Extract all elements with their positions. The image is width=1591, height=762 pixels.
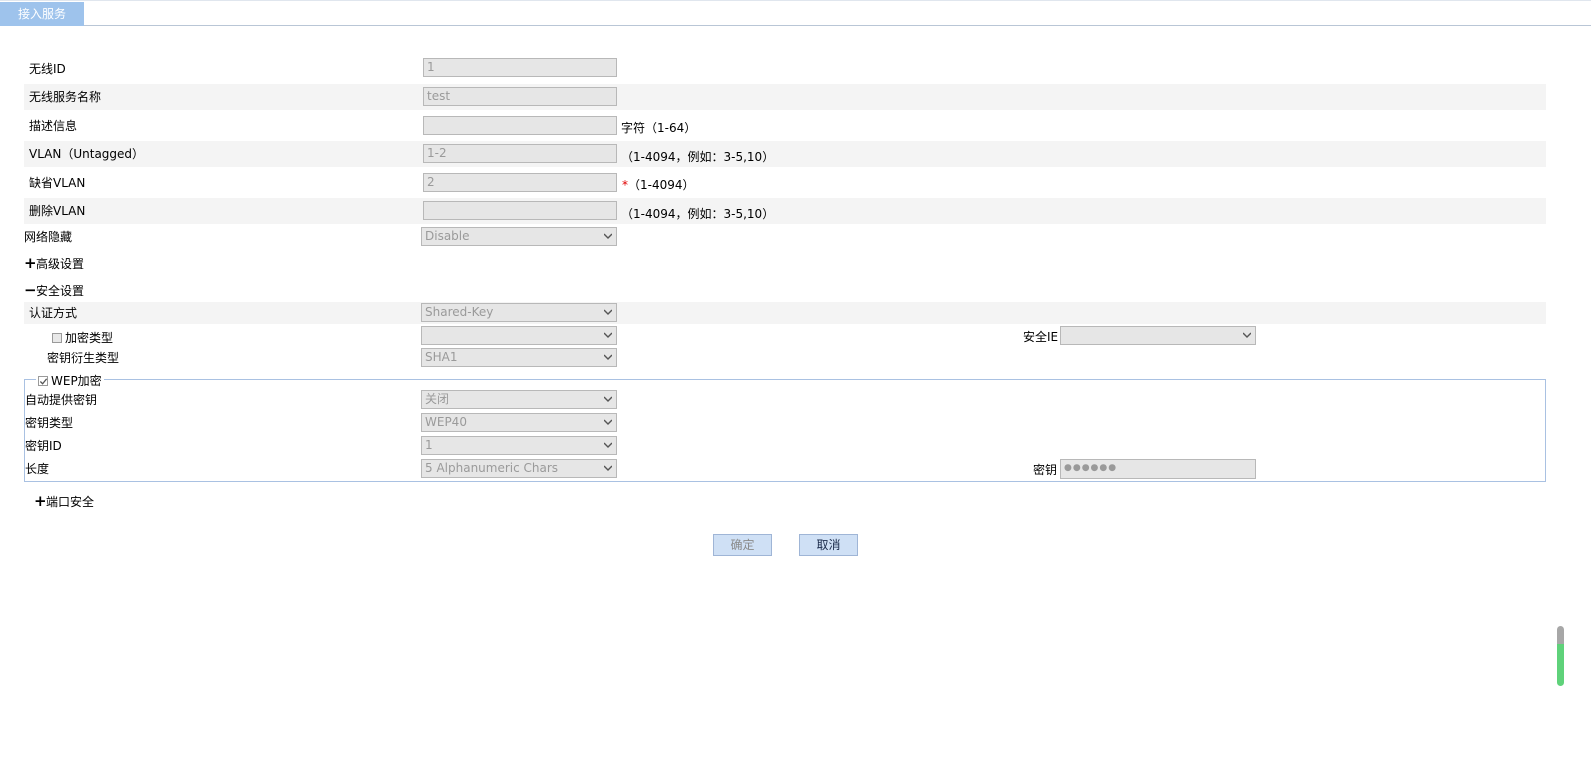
length-select[interactable]: 5 Alphanumeric Chars [421, 459, 617, 478]
key-type-label: 密钥类型 [25, 416, 74, 430]
plus-icon: + [34, 492, 47, 510]
network-hide-value: Disable [425, 229, 470, 243]
wep-legend-label: WEP加密 [51, 374, 102, 388]
auth-method-select[interactable]: Shared-Key [421, 303, 617, 322]
description-input[interactable] [423, 116, 617, 135]
security-ie-select[interactable] [1060, 326, 1256, 345]
auto-key-value: 关闭 [425, 392, 450, 406]
vlan-untagged-label: VLAN（Untagged） [29, 147, 145, 161]
chevron-down-icon [604, 465, 612, 471]
port-security-label: 端口安全 [46, 495, 95, 509]
delete-vlan-input[interactable] [423, 201, 617, 220]
security-ie-label: 安全IE [1023, 330, 1059, 344]
length-value: 5 Alphanumeric Chars [425, 461, 559, 475]
auto-key-label: 自动提供密钥 [25, 393, 98, 407]
row-default-vlan: 缺省VLAN [24, 170, 1546, 196]
tab-access-service[interactable]: 接入服务 [0, 2, 84, 26]
security-settings-label: 安全设置 [36, 284, 85, 298]
auth-method-value: Shared-Key [425, 305, 494, 319]
chevron-down-icon [1243, 332, 1251, 338]
encrypt-type-checkbox[interactable] [52, 333, 62, 343]
service-name-label: 无线服务名称 [29, 90, 102, 104]
default-vlan-input[interactable]: 2 [423, 173, 617, 192]
length-label: 长度 [25, 462, 50, 476]
wep-checkbox[interactable] [38, 376, 48, 386]
key-derive-select[interactable]: SHA1 [421, 348, 617, 367]
wireless-id-input[interactable]: 1 [423, 58, 617, 77]
vlan-untagged-input[interactable]: 1-2 [423, 144, 617, 163]
cancel-button[interactable]: 取消 [799, 534, 858, 556]
service-name-input[interactable]: test [423, 87, 617, 106]
ok-button[interactable]: 确定 [713, 534, 772, 556]
key-label: 密钥 [1033, 463, 1058, 477]
key-password-input[interactable]: ●●●●●● [1060, 459, 1256, 479]
chevron-down-icon [604, 419, 612, 425]
delete-vlan-label: 删除VLAN [29, 204, 86, 218]
key-type-select[interactable]: WEP40 [421, 413, 617, 432]
delete-vlan-hint: （1-4094，例如：3-5,10） [621, 207, 775, 221]
wireless-id-label: 无线ID [29, 62, 66, 76]
chevron-down-icon [604, 233, 612, 239]
default-vlan-label: 缺省VLAN [29, 176, 86, 190]
key-id-label: 密钥ID [25, 439, 62, 453]
advanced-settings-label: 高级设置 [36, 257, 85, 271]
row-service-name: 无线服务名称 [24, 84, 1546, 110]
tab-bar: 接入服务 [0, 0, 1591, 26]
row-description: 描述信息 [24, 113, 1546, 139]
key-id-value: 1 [425, 438, 433, 452]
description-label: 描述信息 [29, 119, 78, 133]
chevron-down-icon [604, 442, 612, 448]
row-delete-vlan: 删除VLAN [24, 198, 1546, 224]
encrypt-type-toggle[interactable]: 加密类型 [52, 330, 113, 346]
security-settings-toggle[interactable]: −安全设置 [24, 283, 84, 299]
checkmark-icon [39, 378, 48, 385]
encrypt-type-label: 加密类型 [65, 331, 114, 345]
chevron-down-icon [604, 354, 612, 360]
scroll-indicator[interactable] [1557, 626, 1564, 686]
advanced-settings-toggle[interactable]: +高级设置 [24, 256, 84, 272]
auto-key-select[interactable]: 关闭 [421, 390, 617, 409]
wep-legend[interactable]: WEP加密 [36, 373, 104, 389]
description-hint: 字符（1-64） [621, 121, 697, 135]
row-wireless-id: 无线ID [24, 56, 1546, 82]
auth-method-label: 认证方式 [29, 306, 78, 320]
row-vlan-untagged: VLAN（Untagged） [24, 141, 1546, 167]
chevron-down-icon [604, 396, 612, 402]
key-id-select[interactable]: 1 [421, 436, 617, 455]
network-hide-select[interactable]: Disable [421, 227, 617, 246]
default-vlan-hint: （1-4094） [628, 178, 695, 192]
port-security-toggle[interactable]: +端口安全 [34, 494, 94, 510]
chevron-down-icon [604, 332, 612, 338]
chevron-down-icon [604, 309, 612, 315]
row-auth-method: 认证方式 [24, 302, 1546, 324]
encrypt-type-select[interactable] [421, 326, 617, 345]
wep-fieldset [24, 379, 1546, 482]
key-derive-value: SHA1 [425, 350, 458, 364]
key-type-value: WEP40 [425, 415, 467, 429]
minus-icon: − [24, 281, 37, 299]
vlan-untagged-hint: （1-4094，例如：3-5,10） [621, 150, 775, 164]
network-hide-label: 网络隐藏 [24, 230, 73, 244]
key-derive-label: 密钥衍生类型 [47, 351, 120, 365]
plus-icon: + [24, 254, 37, 272]
